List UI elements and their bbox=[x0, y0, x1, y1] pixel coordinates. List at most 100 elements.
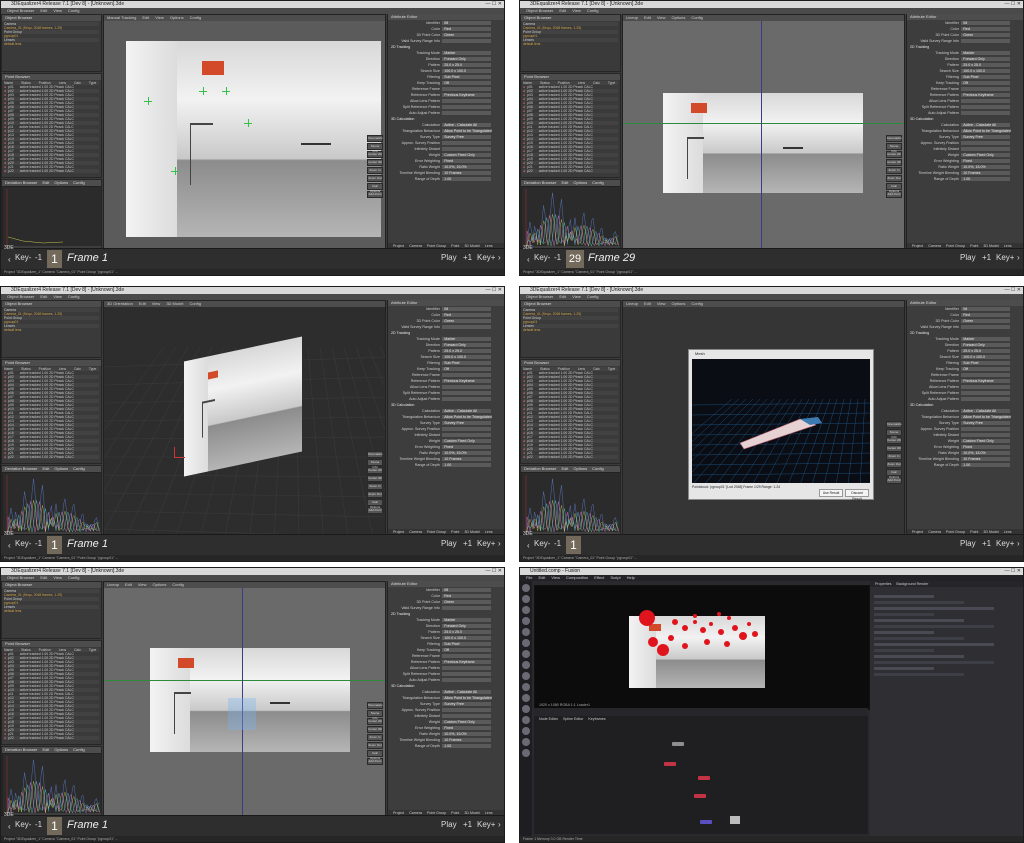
attribute-value[interactable]: Active - Calculate All bbox=[442, 690, 492, 694]
attribute-value[interactable]: 25.0 x 25.0 bbox=[442, 349, 492, 353]
node-mediaout1[interactable] bbox=[700, 820, 712, 824]
menu-item[interactable]: Config bbox=[587, 8, 599, 13]
attribute-value[interactable] bbox=[961, 99, 1011, 103]
attribute-value[interactable] bbox=[961, 87, 1011, 91]
attribute-value[interactable]: Red bbox=[442, 27, 492, 31]
menu-item[interactable]: View bbox=[53, 575, 62, 580]
attribute-value[interactable]: Marker bbox=[442, 337, 492, 341]
object-row[interactable]: default lens bbox=[523, 42, 618, 46]
current-frame-field[interactable]: 29 bbox=[566, 250, 584, 268]
deviation-graph[interactable] bbox=[521, 186, 620, 248]
side-button[interactable]: Zoom In bbox=[367, 167, 383, 174]
attribute-value[interactable] bbox=[442, 714, 492, 718]
viewport-menu[interactable]: Lineup bbox=[626, 301, 638, 306]
current-frame-field[interactable]: 1 bbox=[47, 536, 62, 554]
attribute-value[interactable]: Previous Keyframe bbox=[961, 93, 1011, 97]
deviation-graph[interactable] bbox=[2, 472, 101, 534]
attribute-value[interactable]: Marker bbox=[442, 618, 492, 622]
inspector-control[interactable] bbox=[874, 643, 994, 646]
attribute-value[interactable]: Sub Pixel bbox=[442, 642, 492, 646]
fusion-viewer[interactable]: 1920 x 1080 RGBA 1:1 Loader1 bbox=[534, 585, 870, 710]
play-button[interactable]: Play bbox=[960, 253, 976, 262]
menu-item[interactable]: Config bbox=[68, 8, 80, 13]
tool-icon[interactable] bbox=[522, 727, 530, 735]
menu-item[interactable]: Config bbox=[68, 575, 80, 580]
tab-properties[interactable]: Properties bbox=[875, 582, 891, 586]
viewport-menu[interactable]: Edit bbox=[125, 582, 132, 587]
side-button[interactable]: Zoom Out bbox=[886, 461, 902, 468]
side-button[interactable]: Scene Info bbox=[367, 459, 383, 469]
attribute-value[interactable]: Green bbox=[442, 319, 492, 323]
viewport-menu[interactable]: Config bbox=[190, 15, 202, 20]
main-viewport[interactable]: 3D Orientation Edit View 3D Model Config Kine… bbox=[103, 300, 386, 535]
attribute-value[interactable]: 10.0%, 15.0% bbox=[961, 165, 1011, 169]
object-row[interactable]: default lens bbox=[523, 328, 618, 332]
play-button[interactable]: Play bbox=[441, 253, 457, 262]
side-button[interactable]: Kinematics bbox=[886, 135, 902, 142]
track-marker-icon[interactable] bbox=[144, 97, 152, 105]
tool-icon[interactable] bbox=[522, 595, 530, 603]
shape-dot[interactable] bbox=[727, 616, 731, 620]
object-row[interactable]: default lens bbox=[4, 42, 99, 46]
attribute-value[interactable] bbox=[961, 105, 1011, 109]
key-prev-button[interactable]: Key- bbox=[15, 539, 31, 548]
attribute-value[interactable]: 25.0 x 25.0 bbox=[961, 63, 1011, 67]
viewport-menu[interactable]: View bbox=[657, 15, 666, 20]
attribute-value[interactable]: 10 Frames bbox=[442, 738, 492, 742]
menu-item[interactable]: Object Browser bbox=[7, 575, 34, 580]
side-button[interactable]: Center 3D bbox=[886, 445, 902, 452]
attribute-value[interactable]: Previous Keyframe bbox=[961, 379, 1011, 383]
side-button[interactable]: Center 3D bbox=[367, 726, 383, 733]
timeline-arrow-icon[interactable]: › bbox=[498, 820, 501, 829]
tool-icon[interactable] bbox=[522, 716, 530, 724]
step-back-button[interactable]: -1 bbox=[554, 539, 561, 548]
inspector-control[interactable] bbox=[874, 631, 934, 634]
attribute-value[interactable]: Active - Calculate All bbox=[961, 123, 1011, 127]
attribute-value[interactable]: 1.00 bbox=[442, 177, 492, 181]
side-button[interactable]: Zoom Out bbox=[367, 491, 383, 498]
attribute-value[interactable]: Survey Free bbox=[442, 702, 492, 706]
attribute-value[interactable]: Green bbox=[961, 319, 1011, 323]
viewport-menu[interactable]: Lineup bbox=[107, 582, 119, 587]
shape-dot[interactable] bbox=[672, 619, 678, 625]
attribute-value[interactable]: 08 bbox=[961, 307, 1011, 311]
viewport-menu[interactable]: Edit bbox=[644, 301, 651, 306]
inspector-control[interactable] bbox=[874, 673, 964, 676]
shape-dot[interactable] bbox=[752, 631, 758, 637]
menu-item[interactable]: View bbox=[53, 8, 62, 13]
point-row[interactable]: ● p22 active tracked 1.00 2D Ptrack CALC bbox=[4, 169, 99, 173]
tool-icon[interactable] bbox=[522, 584, 530, 592]
side-button[interactable]: Calc Options bbox=[886, 469, 902, 479]
attribute-value[interactable] bbox=[442, 666, 492, 670]
tab-node-editor[interactable]: Node Editor bbox=[539, 717, 558, 721]
attribute-value[interactable] bbox=[961, 385, 1011, 389]
attribute-value[interactable]: Marker bbox=[961, 51, 1011, 55]
attribute-value[interactable] bbox=[442, 678, 492, 682]
column-header[interactable]: Type bbox=[89, 81, 96, 85]
step-forward-button[interactable]: +1 bbox=[463, 820, 472, 829]
track-marker-icon[interactable] bbox=[199, 87, 207, 95]
attribute-value[interactable] bbox=[442, 39, 492, 43]
inspector-control[interactable] bbox=[874, 601, 964, 604]
key-next-button[interactable]: Key+ bbox=[477, 539, 495, 548]
node-merge2[interactable] bbox=[694, 794, 706, 798]
viewport-menu[interactable]: Edit bbox=[644, 15, 651, 20]
column-header[interactable]: Calc bbox=[593, 81, 600, 85]
attribute-value[interactable]: Allow Point to be Triangulated bbox=[961, 415, 1011, 419]
viewport-menu[interactable]: Manual Tracking bbox=[107, 15, 136, 20]
deviation-menu[interactable]: Options bbox=[54, 747, 68, 752]
viewport-menu[interactable]: Options bbox=[170, 15, 184, 20]
selection-box[interactable] bbox=[228, 698, 256, 730]
shape-dot[interactable] bbox=[693, 620, 697, 624]
inspector-control[interactable] bbox=[874, 625, 994, 628]
deviation-graph[interactable] bbox=[2, 753, 101, 815]
side-button[interactable]: Zoom Out bbox=[886, 175, 902, 182]
attribute-value[interactable]: Fixed bbox=[442, 445, 492, 449]
window-controls[interactable]: — ☐ ✕ bbox=[1005, 568, 1021, 574]
fusion-timeline[interactable]: Node Editor Spline Editor Keyframes bbox=[534, 708, 868, 722]
shape-dot[interactable] bbox=[648, 637, 658, 647]
attribute-value[interactable]: Previous Keyframe bbox=[442, 93, 492, 97]
play-button[interactable]: Play bbox=[441, 820, 457, 829]
attribute-value[interactable]: Survey Free bbox=[442, 421, 492, 425]
timeline-arrow-left-icon[interactable]: ‹ bbox=[8, 255, 11, 264]
